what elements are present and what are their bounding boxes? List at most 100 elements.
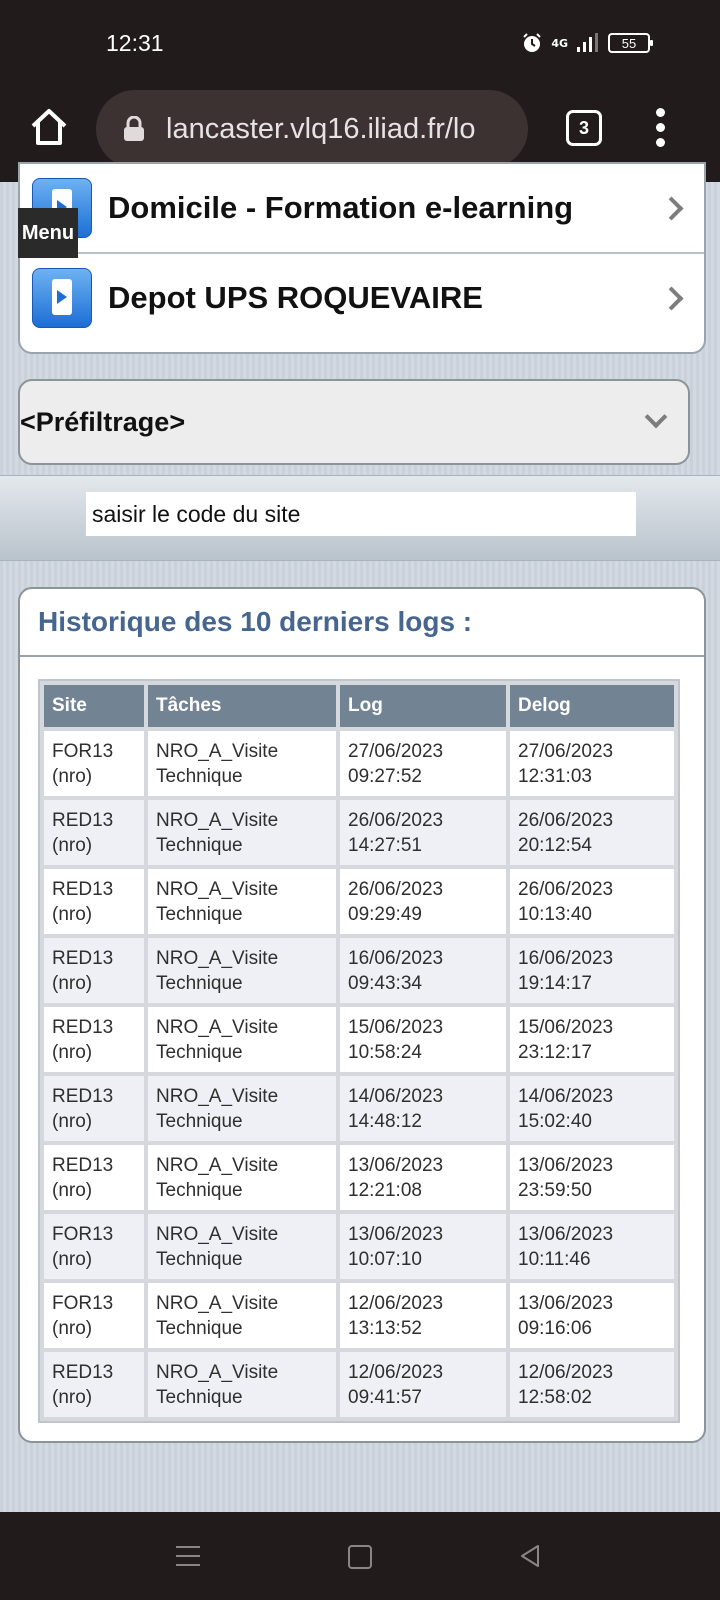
tab-switcher-button[interactable]: 3 [566,110,602,146]
log-cell-line: 12/06/2023 [348,1292,444,1314]
site-cell-line: FOR13 [52,1292,114,1314]
log-cell-line: 16/06/2023 [348,947,444,969]
menu-list: Domicile - Formation e-learning Depot UP… [18,162,706,354]
log-cell-line: 09:27:52 [348,765,422,787]
delog-cell-line: 12:58:02 [518,1386,592,1408]
site-cell: RED13 (nro) [44,1145,144,1210]
column-header-tasks: Tâches [148,685,336,727]
delog-cell-line: 23:12:17 [518,1041,592,1063]
site-cell-line: RED13 [52,1154,114,1176]
log-cell-line: 15/06/2023 [348,1016,444,1038]
menu-item-label: Depot UPS ROQUEVAIRE [108,280,483,315]
delog-cell-line: 09:16:06 [518,1317,592,1339]
delog-cell-line: 27/06/2023 [518,740,614,762]
system-nav-bar [0,1512,720,1600]
log-cell: 26/06/2023 14:27:51 [340,800,506,865]
site-cell-line: RED13 [52,1016,114,1038]
log-history-table: Site Tâches Log Delog FOR13 (nro) NRO_A_Vi… [38,679,680,1423]
site-cell: RED13 (nro) [44,1007,144,1072]
site-search-bar [0,475,720,561]
log-cell: 14/06/2023 14:48:12 [340,1076,506,1141]
system-home-icon[interactable] [348,1545,372,1569]
task-cell: NRO_A_Visite Technique [148,1145,336,1210]
chevron-right-icon [659,285,684,311]
network-label: 4G [551,36,568,50]
site-cell-line: FOR13 [52,740,114,762]
table-row: FOR13 (nro) NRO_A_Visite Technique 12/06/202… [44,1283,674,1348]
task-cell-line: Technique [156,1317,243,1339]
chevron-right-icon [659,195,684,221]
log-cell: 26/06/2023 09:29:49 [340,869,506,934]
delog-cell-line: 19:14:17 [518,972,592,994]
log-cell: 27/06/2023 09:27:52 [340,731,506,796]
site-cell-line: (nro) [52,1179,93,1201]
table-row: RED13 (nro) NRO_A_Visite Technique 26/06/202… [44,800,674,865]
delog-cell-line: 13/06/2023 [518,1154,614,1176]
site-cell-line: (nro) [52,1386,93,1408]
log-cell-line: 27/06/2023 [348,740,444,762]
delog-cell: 15/06/2023 23:12:17 [510,1007,674,1072]
site-cell-line: (nro) [52,1041,93,1063]
site-cell-line: FOR13 [52,1223,114,1245]
log-cell-line: 14:48:12 [348,1110,422,1132]
more-options-icon[interactable] [652,108,668,152]
home-icon[interactable] [28,106,70,148]
log-cell-line: 26/06/2023 [348,809,444,831]
delog-cell-line: 13/06/2023 [518,1223,614,1245]
table-row: RED13 (nro) NRO_A_Visite Technique 12/06/202… [44,1352,674,1417]
task-cell: NRO_A_Visite Technique [148,1214,336,1279]
site-cell-line: (nro) [52,972,93,994]
task-cell-line: NRO_A_Visite [156,1361,279,1383]
site-cell: RED13 (nro) [44,1076,144,1141]
log-cell: 16/06/2023 09:43:34 [340,938,506,1003]
delog-cell: 13/06/2023 09:16:06 [510,1283,674,1348]
task-cell-line: NRO_A_Visite [156,1223,279,1245]
task-cell-line: Technique [156,1248,243,1270]
address-bar[interactable]: lancaster.vlq16.iliad.fr/lo [96,90,528,168]
log-cell-line: 12:21:08 [348,1179,422,1201]
prefilter-select[interactable]: <Préfiltrage> [18,379,690,465]
task-cell-line: NRO_A_Visite [156,1292,279,1314]
site-code-input[interactable] [86,492,636,536]
table-row: RED13 (nro) NRO_A_Visite Technique 13/06/202… [44,1145,674,1210]
page-content: Domicile - Formation e-learning Depot UP… [0,162,720,1512]
task-cell-line: Technique [156,1386,243,1408]
log-cell: 12/06/2023 09:41:57 [340,1352,506,1417]
site-cell: RED13 (nro) [44,1352,144,1417]
task-cell-line: NRO_A_Visite [156,947,279,969]
delog-cell: 14/06/2023 15:02:40 [510,1076,674,1141]
task-cell: NRO_A_Visite Technique [148,1352,336,1417]
delog-cell: 26/06/2023 20:12:54 [510,800,674,865]
delog-cell-line: 23:59:50 [518,1179,592,1201]
lock-icon [124,116,144,141]
delog-cell-line: 16/06/2023 [518,947,614,969]
log-cell: 13/06/2023 12:21:08 [340,1145,506,1210]
status-icons: 4G 55 [521,32,653,54]
site-cell-line: (nro) [52,903,93,925]
log-cell-line: 12/06/2023 [348,1361,444,1383]
task-cell: NRO_A_Visite Technique [148,1007,336,1072]
task-cell-line: Technique [156,1041,243,1063]
back-icon[interactable] [518,1544,542,1568]
menu-button[interactable]: Menu [18,208,78,258]
log-cell-line: 13/06/2023 [348,1154,444,1176]
site-cell: FOR13 (nro) [44,1214,144,1279]
delog-cell-line: 10:11:46 [518,1248,591,1270]
phone-arrow-icon [32,268,92,328]
log-cell-line: 09:29:49 [348,903,422,925]
recent-apps-icon[interactable] [176,1546,200,1566]
task-cell: NRO_A_Visite Technique [148,938,336,1003]
log-cell-line: 26/06/2023 [348,878,444,900]
log-cell-line: 13:13:52 [348,1317,422,1339]
site-cell: RED13 (nro) [44,800,144,865]
site-cell-line: RED13 [52,947,114,969]
task-cell-line: NRO_A_Visite [156,1085,279,1107]
site-cell-line: (nro) [52,1110,93,1132]
column-header-log: Log [340,685,506,727]
status-time: 12:31 [106,30,164,56]
menu-item-domicile[interactable]: Domicile - Formation e-learning [20,164,704,254]
delog-cell-line: 12/06/2023 [518,1361,614,1383]
table-row: RED13 (nro) NRO_A_Visite Technique 16/06/202… [44,938,674,1003]
task-cell-line: NRO_A_Visite [156,1154,279,1176]
menu-item-depot-ups[interactable]: Depot UPS ROQUEVAIRE [20,254,704,342]
